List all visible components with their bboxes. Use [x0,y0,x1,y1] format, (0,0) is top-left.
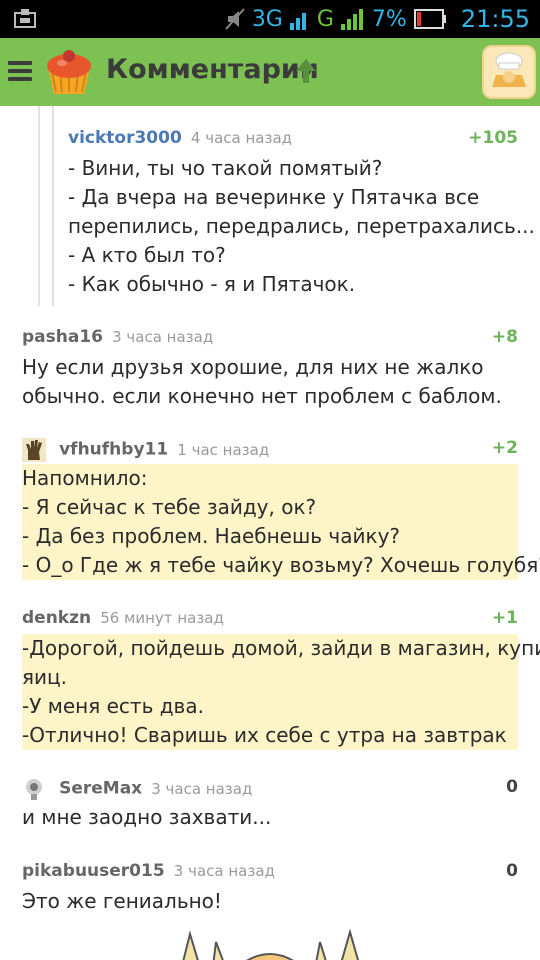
comment-time: 3 часа назад [112,328,214,346]
comment-line: - Я сейчас к тебе зайду, ок? [22,495,317,519]
cupcake-logo-icon[interactable] [42,46,96,98]
comment-rating[interactable]: +8 [492,327,518,347]
user-avatar-hand-icon [22,438,46,462]
comment-line: обычно. если конечно нет проблем с бабло… [22,384,502,408]
comment-line: -Дорогой, пойдешь домой, зайди в магазин… [22,636,540,660]
download-icon [14,9,36,28]
comment-line: - А кто был то? [68,243,226,267]
comment-line: - Да вчера на вечеринке у Пятачка все [68,185,480,209]
comment-body: Напомнило: - Я сейчас к тебе зайду, ок? … [22,464,540,580]
comment-author[interactable]: pikabuuser015 [22,861,165,881]
comment-line: перепились, передрались, перетрахались..… [68,214,535,238]
comment-rating[interactable]: +105 [468,128,518,148]
arrow-up-icon[interactable] [294,57,318,85]
comment-line: -У меня есть два. [22,694,204,718]
comment-line: - Как обычно - я и Пятачок. [68,272,356,296]
comment-body: -Дорогой, пойдешь домой, зайди в магазин… [22,634,540,750]
comment: vfhufhby11 1 час назад +2 Напомнило: - Я… [22,438,540,580]
comment-line: яиц. [22,665,67,689]
comment-time: 4 часа назад [190,129,293,147]
comment-author[interactable]: pasha16 [22,327,103,347]
signal-icon-2 [340,9,363,30]
comment: pasha16 3 часа назад +8 Ну если друзья х… [22,327,518,411]
comment-meta: pasha16 3 часа назад +8 [22,327,518,353]
comment-author[interactable]: vfhufhby11 [59,440,168,460]
comment-line: и мне заодно захвати... [22,805,272,829]
comment-rating[interactable]: +1 [492,608,518,628]
comment: vicktor3000 4 часа назад +105 - Вини, ты… [68,128,535,299]
comment-author[interactable]: vicktor3000 [68,128,182,148]
comment-meta: pikabuuser015 3 часа назад 0 [22,861,518,887]
comment-body: - Вини, ты чо такой помятый? - Да вчера … [68,154,535,299]
battery-percent: 7% [371,6,407,32]
comment-line: Напомнило: [22,466,148,490]
status-bar: 3G G 7% 21:55 [0,0,540,38]
menu-icon[interactable] [8,61,32,81]
avatar-cook-icon [492,52,526,87]
comment-time: 3 часа назад [151,779,253,798]
app-bar: Комментарии [0,38,540,106]
comment-rating[interactable]: +2 [492,438,518,458]
comment-meta: SereMax 3 часа назад 0 [22,777,518,803]
network-3g-indicator: 3G [251,6,283,32]
mute-icon [225,8,245,30]
profile-avatar-button[interactable] [482,45,536,99]
comment-body: Ну если друзья хорошие, для них не жалко… [22,353,518,411]
comment-rating[interactable]: 0 [506,777,518,797]
network-g-indicator: G [316,6,334,32]
clock: 21:55 [460,5,530,33]
comment-line: -Отлично! Сваришь их себе с утра на завт… [22,723,507,747]
comment-line: - Вини, ты чо такой помятый? [68,156,383,180]
page-title: Комментарии [106,54,319,85]
comment: pikabuuser015 3 часа назад 0 Это же гени… [22,861,518,916]
comment-time: 56 минут назад [100,609,224,627]
comment-line: Ну если друзья хорошие, для них не жалко [22,355,484,379]
comment-rating[interactable]: 0 [506,861,518,881]
comment-image[interactable] [150,914,390,960]
comment-meta: denkzn 56 минут назад +1 [22,608,518,634]
comment-time: 3 часа назад [173,862,275,880]
user-avatar-icon [26,779,42,800]
battery-icon [413,9,446,29]
comment-author[interactable]: SereMax [59,779,142,799]
comment-meta: vicktor3000 4 часа назад +105 [68,128,518,154]
comment-line: Это же гениально! [22,889,222,913]
comment-line: - О_о Где ж я тебе чайку возьму? Хочешь … [22,553,540,577]
comment-meta: vfhufhby11 1 час назад +2 [22,438,518,464]
comment: SereMax 3 часа назад 0 и мне заодно захв… [22,777,518,832]
comments-list: vicktor3000 4 часа назад +105 - Вини, ты… [0,106,540,960]
comment-body: и мне заодно захвати... [22,803,518,832]
comment-line: - Да без проблем. Наебнешь чайку? [22,524,401,548]
signal-icon [289,13,306,30]
thread-indent-lines [38,106,58,306]
comment-body: Это же гениально! [22,887,518,916]
comment-time: 1 час назад [177,440,270,459]
comment-author[interactable]: denkzn [22,608,91,628]
comment: denkzn 56 минут назад +1 -Дорогой, пойде… [22,608,540,750]
